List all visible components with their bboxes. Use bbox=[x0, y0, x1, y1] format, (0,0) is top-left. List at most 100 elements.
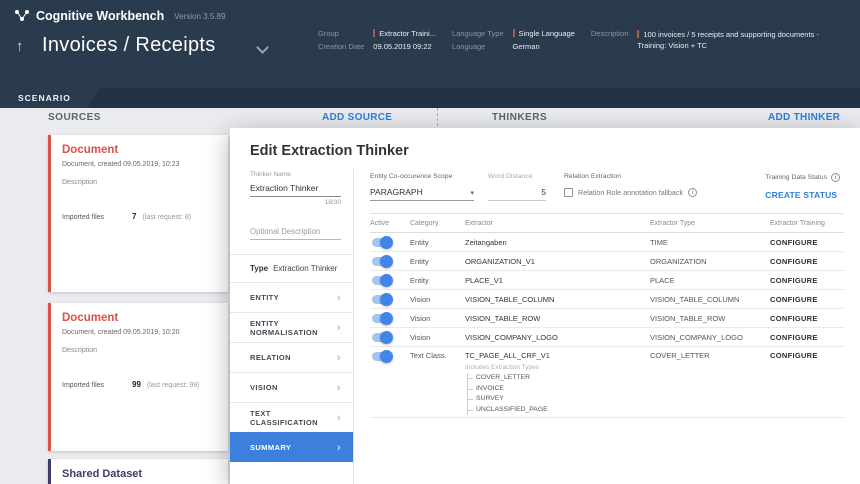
meta-label: Description bbox=[591, 29, 629, 51]
extractor-type: VISION_TABLE_COLUMN bbox=[650, 295, 770, 304]
includes-item: COVER_LETTER bbox=[476, 373, 650, 384]
project-title: Invoices / Receipts bbox=[42, 34, 216, 57]
active-toggle[interactable] bbox=[372, 314, 392, 323]
tab-scenario-label: SCENARIO bbox=[18, 93, 71, 103]
accordion-item-label: ENTITY bbox=[250, 293, 279, 302]
extractor-name: VISION_TABLE_COLUMN bbox=[465, 295, 554, 304]
configure-button[interactable]: CONFIGURE bbox=[770, 276, 818, 285]
scenario-bar: SCENARIO bbox=[0, 88, 860, 108]
meta-label: Group bbox=[318, 29, 364, 38]
info-icon[interactable]: i bbox=[831, 173, 840, 182]
column-header: Extractor Training bbox=[770, 220, 844, 227]
includes-item: INVOICE bbox=[476, 384, 650, 395]
source-card-subtitle: Document, created 09.05.2019, 10:23 bbox=[62, 161, 217, 168]
active-toggle[interactable] bbox=[372, 352, 392, 361]
configure-button[interactable]: CONFIGURE bbox=[770, 295, 818, 304]
accordion-item-text-classification[interactable]: TEXT CLASSIFICATION› bbox=[230, 402, 353, 432]
workbench-logo-icon bbox=[14, 9, 30, 23]
column-header: Extractor Type bbox=[650, 220, 770, 227]
brand: Cognitive Workbench Version 3.5.89 bbox=[14, 9, 225, 23]
accordion-item-entity-normalisation[interactable]: ENTITY NORMALISATION› bbox=[230, 312, 353, 342]
app-screen: Cognitive Workbench Version 3.5.89 ↑ Inv… bbox=[0, 0, 860, 484]
configure-button[interactable]: CONFIGURE bbox=[770, 333, 818, 342]
tab-scenario[interactable]: SCENARIO bbox=[0, 88, 100, 108]
accordion-item-summary[interactable]: SUMMARY › bbox=[230, 432, 353, 462]
word-distance-input[interactable]: 5 bbox=[488, 180, 546, 201]
active-toggle[interactable] bbox=[372, 333, 392, 342]
accordion-item-label: TEXT CLASSIFICATION bbox=[250, 409, 337, 427]
add-thinker-button[interactable]: ADD THINKER bbox=[768, 112, 840, 123]
modal-accordion: ENTITY›ENTITY NORMALISATION›RELATION›VIS… bbox=[230, 282, 353, 462]
extractor-type: TIME bbox=[650, 238, 770, 247]
extractor-table-row: VisionVISION_COMPANY_LOGOVISION_COMPANY_… bbox=[370, 328, 844, 347]
last-request: (last request: 8) bbox=[142, 214, 191, 221]
configure-button[interactable]: CONFIGURE bbox=[770, 314, 818, 323]
accordion-item-label: RELATION bbox=[250, 353, 291, 362]
scope-select[interactable]: PARAGRAPH ▾ bbox=[370, 180, 474, 201]
source-card-description-label: Description bbox=[62, 347, 217, 354]
source-card[interactable]: Document Document, created 09.05.2019, 1… bbox=[48, 303, 228, 451]
arrow-up-icon[interactable]: ↑ bbox=[16, 38, 24, 55]
column-header: Category bbox=[410, 220, 465, 227]
meta-value: German bbox=[513, 42, 575, 51]
add-source-button[interactable]: ADD SOURCE bbox=[322, 112, 392, 123]
source-card-description-label: Description bbox=[62, 179, 217, 186]
meta-value: Extractor Traini... bbox=[379, 29, 436, 38]
app-name: Cognitive Workbench bbox=[36, 9, 164, 23]
meta-value: 09.05.2019 09:22 bbox=[373, 42, 436, 51]
accordion-item-label: ENTITY NORMALISATION bbox=[250, 319, 337, 337]
active-toggle[interactable] bbox=[372, 295, 392, 304]
edit-extraction-thinker-modal: Edit Extraction Thinker Thinker Name 18/… bbox=[230, 128, 860, 484]
column-header: Active bbox=[370, 220, 410, 227]
thinker-name-label: Thinker Name bbox=[250, 171, 341, 178]
extractor-category: Entity bbox=[410, 238, 465, 247]
extractor-table-row: Text Class.TC_PAGE_ALL_CRF_V1Includes Ex… bbox=[370, 347, 844, 418]
includes-item: SURVEY bbox=[476, 394, 650, 405]
create-status-button[interactable]: CREATE STATUS bbox=[765, 190, 840, 200]
extractor-name: ORGANIZATION_V1 bbox=[465, 257, 535, 266]
shared-dataset-card[interactable]: Shared Dataset bbox=[48, 459, 228, 484]
extractor-table-row: EntityPLACE_V1PLACECONFIGURE bbox=[370, 271, 844, 290]
relation-fallback-checkbox[interactable] bbox=[564, 188, 573, 197]
info-icon[interactable]: i bbox=[688, 188, 697, 197]
optional-description-input[interactable] bbox=[250, 224, 341, 240]
source-card-title: Document bbox=[62, 312, 217, 324]
meta-description-block: Description 100 invoices / 5 receipts an… bbox=[591, 29, 846, 51]
scope-label: Entity Co-occurence Scope bbox=[370, 173, 474, 180]
accordion-item-vision[interactable]: VISION› bbox=[230, 372, 353, 402]
char-counter: 18/30 bbox=[250, 199, 341, 206]
extractor-table: Active Category Extractor Extractor Type… bbox=[370, 213, 844, 418]
modal-title: Edit Extraction Thinker bbox=[230, 128, 860, 169]
accordion-item-label: SUMMARY bbox=[250, 443, 291, 452]
accordion-item-relation[interactable]: RELATION› bbox=[230, 342, 353, 372]
imported-files-label: Imported files bbox=[62, 214, 132, 221]
meta-label: Language bbox=[452, 42, 504, 51]
imported-files-label: Imported files bbox=[62, 382, 132, 389]
chevron-right-icon: › bbox=[337, 442, 341, 454]
thinker-name-input[interactable] bbox=[250, 180, 341, 197]
extractor-category: Entity bbox=[410, 276, 465, 285]
configure-button[interactable]: CONFIGURE bbox=[770, 351, 818, 360]
active-toggle[interactable] bbox=[372, 276, 392, 285]
source-card[interactable]: Document Document, created 09.05.2019, 1… bbox=[48, 135, 228, 292]
extractor-name: VISION_COMPANY_LOGO bbox=[465, 333, 558, 342]
relation-fallback-label: Relation Role annotation fallback bbox=[578, 188, 683, 197]
active-toggle[interactable] bbox=[372, 257, 392, 266]
modal-sidebar: Thinker Name 18/30 TypeExtraction Thinke… bbox=[230, 169, 354, 484]
summary-controls: Entity Co-occurence Scope PARAGRAPH ▾ Wo… bbox=[370, 173, 844, 201]
extractor-table-header: Active Category Extractor Extractor Type… bbox=[370, 213, 844, 233]
extractor-type: PLACE bbox=[650, 276, 770, 285]
meta-label: Creation Date bbox=[318, 42, 364, 51]
active-toggle[interactable] bbox=[372, 238, 392, 247]
type-value: Extraction Thinker bbox=[273, 264, 337, 273]
source-card-files: Imported files 7 (last request: 8) bbox=[62, 212, 217, 221]
extractor-type: VISION_TABLE_ROW bbox=[650, 314, 770, 323]
chevron-down-icon[interactable] bbox=[256, 41, 269, 54]
extractor-type: ORGANIZATION bbox=[650, 257, 770, 266]
configure-button[interactable]: CONFIGURE bbox=[770, 238, 818, 247]
scope-value: PARAGRAPH bbox=[370, 187, 423, 197]
accordion-item-entity[interactable]: ENTITY› bbox=[230, 282, 353, 312]
extractor-category: Vision bbox=[410, 333, 465, 342]
configure-button[interactable]: CONFIGURE bbox=[770, 257, 818, 266]
thinker-type-row: TypeExtraction Thinker bbox=[230, 254, 353, 282]
